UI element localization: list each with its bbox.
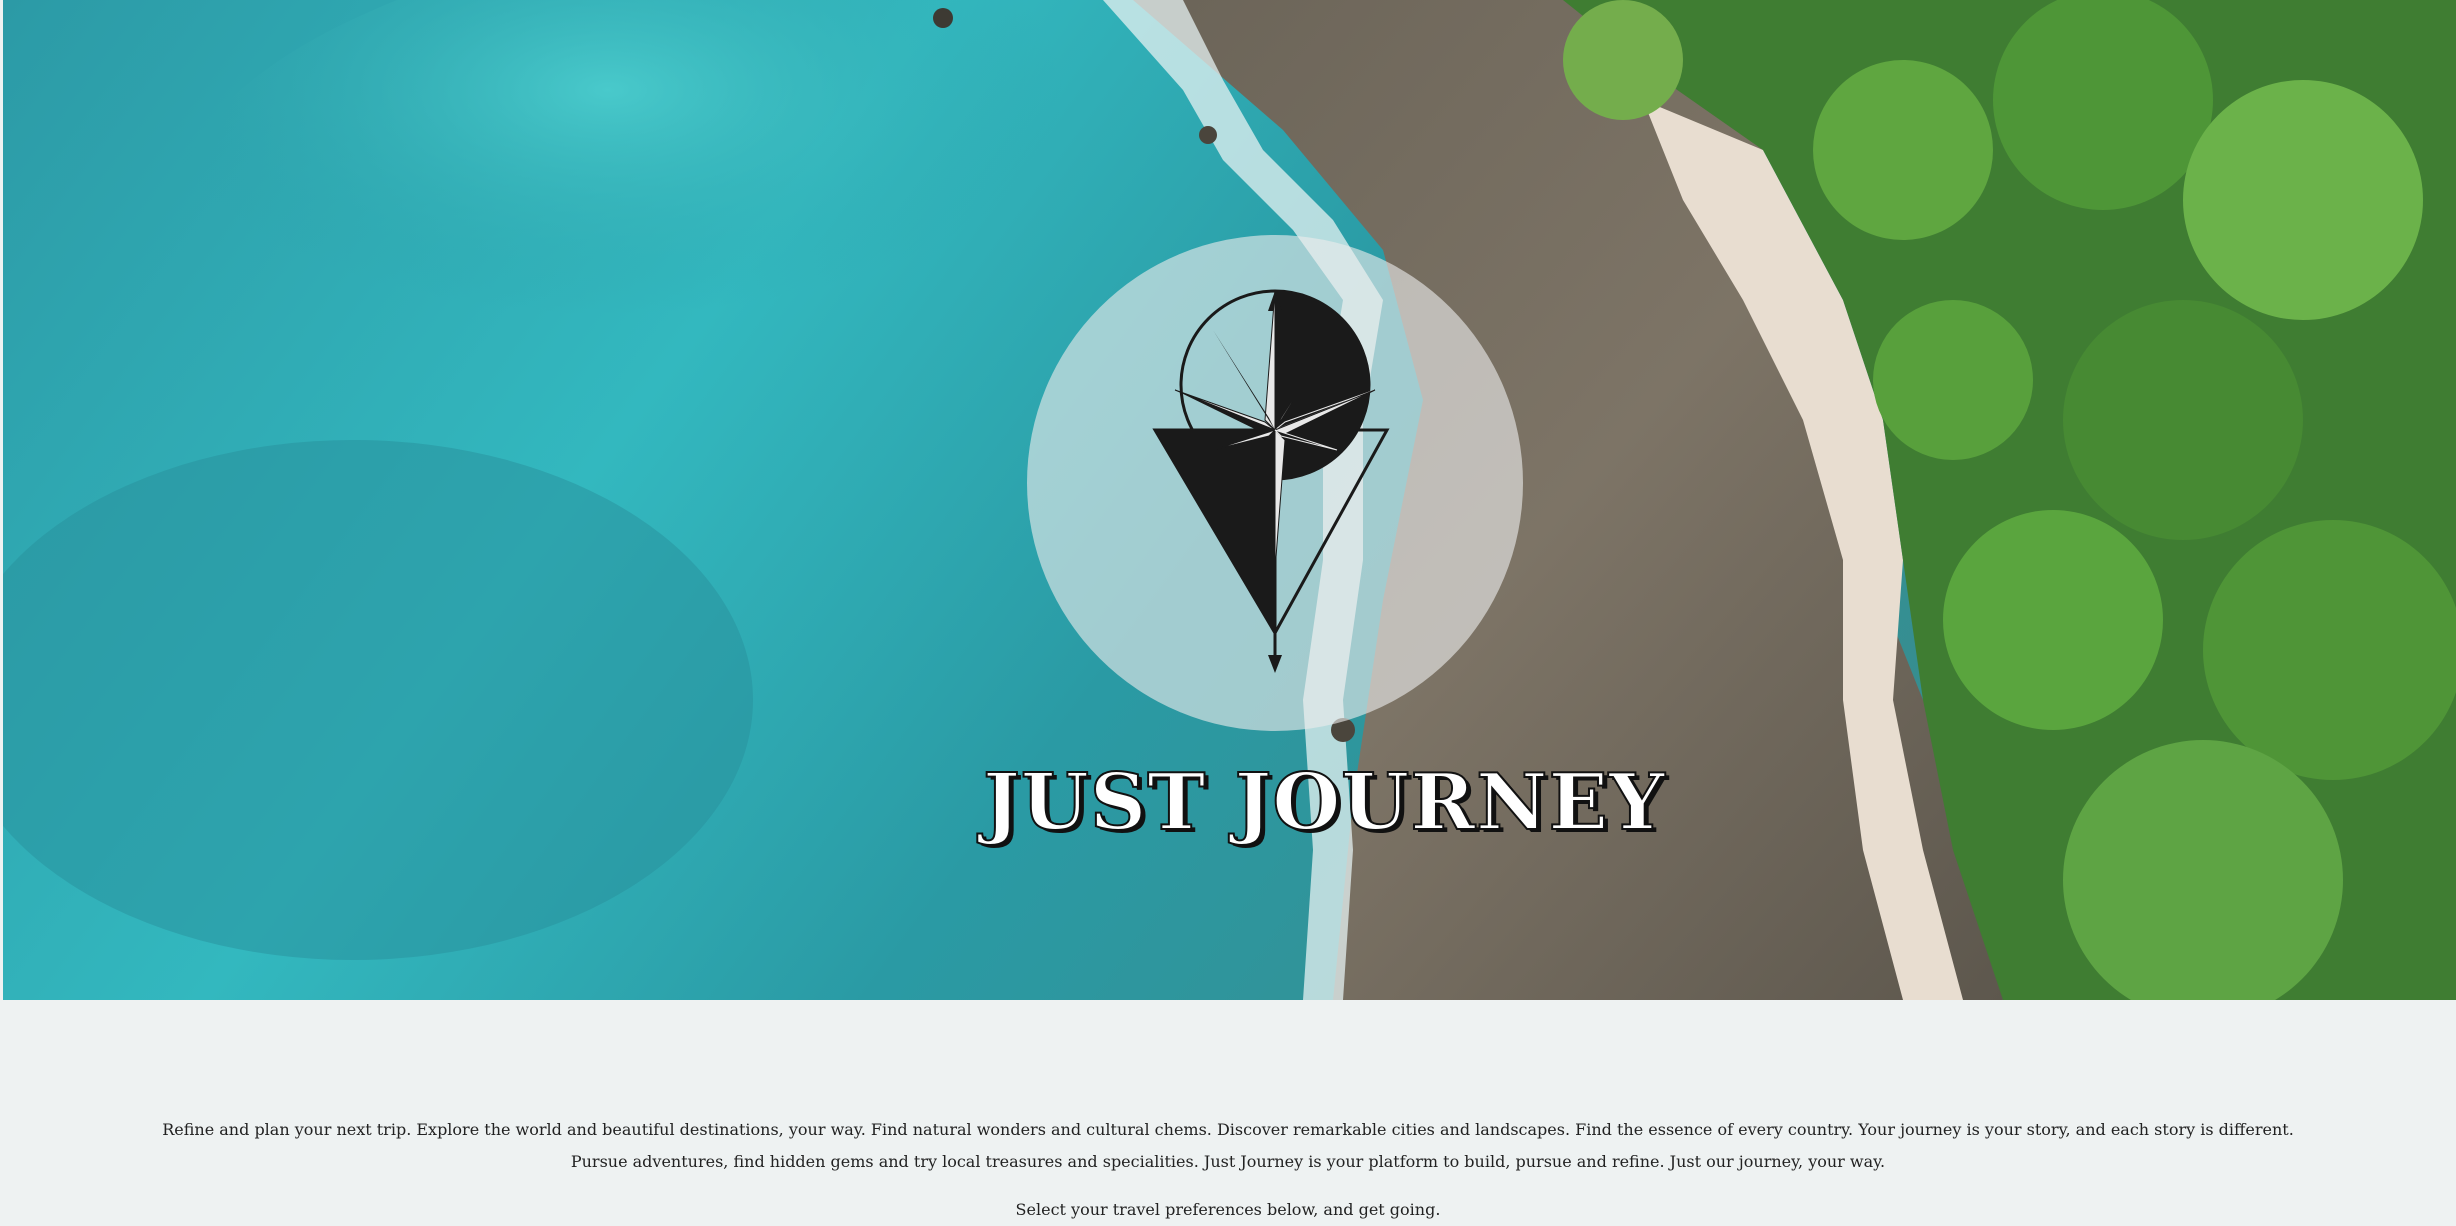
brand-title: JUST JOURNEY <box>982 757 1666 849</box>
intro-paragraph-line-2: Pursue adventures, find hidden gems and … <box>570 1152 1886 1171</box>
intro-paragraph-line-1: Refine and plan your next trip. Explore … <box>162 1120 2294 1139</box>
compass-pin-icon <box>1152 289 1390 673</box>
intro-call-to-action: Select your travel preferences below, an… <box>1015 1200 1441 1219</box>
intro-section: Refine and plan your next trip. Explore … <box>0 1114 2456 1226</box>
hero-banner: JUST JOURNEY <box>3 0 2456 1000</box>
